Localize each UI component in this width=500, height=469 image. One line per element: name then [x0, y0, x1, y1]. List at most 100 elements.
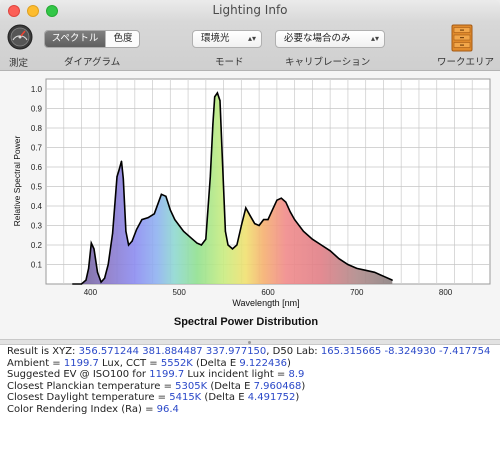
- x-tick-label: 600: [261, 288, 275, 297]
- title-bar: Lighting Info: [0, 0, 500, 22]
- mode-label: モード: [215, 57, 244, 68]
- select-arrows-icon: ▴▾: [247, 34, 256, 43]
- mode-select-value: 環境光: [201, 33, 230, 44]
- spectrum-data-point: [93, 248, 95, 250]
- spectrum-data-point: [104, 277, 106, 279]
- window-title: Lighting Info: [212, 3, 288, 17]
- spectrum-data-point: [329, 250, 331, 252]
- spectrum-data-point: [254, 222, 256, 225]
- spectrum-data-point: [267, 219, 269, 221]
- workarea-drawer-icon[interactable]: [451, 24, 473, 52]
- spectrum-data-point: [200, 244, 202, 246]
- calibration-label: キャリブレーション: [285, 57, 371, 68]
- x-tick-label: 800: [439, 288, 453, 297]
- y-tick-label: 0.9: [31, 105, 43, 114]
- xyz-values: 356.571244 381.884487 337.977150: [78, 346, 267, 357]
- spectrum-data-point: [373, 271, 376, 273]
- diagram-segmented-control: スペクトル 色度: [44, 30, 140, 48]
- spectrum-data-point: [88, 267, 90, 269]
- toolbar: 測定 スペクトル 色度 ダイアグラム 環境光 ▴▾ モード 必要な場合のみ ▴▾…: [0, 22, 500, 71]
- divider-handle-icon: [248, 341, 251, 344]
- spectrum-data-point: [347, 263, 349, 266]
- y-tick-label: 0.2: [31, 241, 43, 250]
- spectrum-data-point: [107, 263, 109, 266]
- spectrum-data-point: [216, 92, 218, 94]
- spectrum-data-point: [356, 267, 358, 269]
- spectrum-data-point: [276, 199, 278, 201]
- y-tick-label: 1.0: [31, 85, 43, 94]
- mode-select[interactable]: 環境光 ▴▾: [192, 30, 262, 48]
- spectrum-data-point: [271, 209, 274, 211]
- x-tick-label: 400: [84, 288, 98, 297]
- spectrum-chart-svg: 0.1 0.2 0.3 0.4 0.5 0.6 0.7 0.8 0.9 1.0 400 500 600 7…: [12, 78, 491, 328]
- ev-value: 8.9: [288, 369, 305, 381]
- diagram-label: ダイアグラム: [64, 57, 121, 68]
- spectrum-data-point: [72, 283, 74, 285]
- spectrum-data-point: [391, 279, 393, 281]
- spectrum-chart: 0.1 0.2 0.3 0.4 0.5 0.6 0.7 0.8 0.9 1.0 400 500 600 7…: [0, 71, 500, 339]
- spectrum-data-point: [131, 240, 133, 242]
- spectrum-data-point: [212, 123, 214, 125]
- lab-values: 165.315665 -8.324930 -7.417754: [320, 346, 491, 357]
- spectrum-data-point: [122, 178, 124, 180]
- spectrum-data-point: [153, 213, 155, 215]
- y-tick-label: 0.3: [31, 222, 43, 231]
- spectrum-data-point: [116, 176, 118, 178]
- spectrum-data-point: [249, 215, 251, 217]
- planckian-temp: 5305K: [175, 380, 208, 392]
- select-arrows-icon: ▴▾: [370, 34, 379, 43]
- spectrum-data-point: [191, 238, 194, 240]
- results-text-area[interactable]: Result is XYZ: 356.571244 381.884487 337…: [0, 345, 500, 469]
- cri-value: 96.4: [156, 403, 179, 415]
- spectrum-data-point: [141, 219, 143, 221]
- spectrum-data-point: [236, 244, 238, 246]
- workarea-label: ワークエリア: [437, 57, 495, 68]
- ambient-lux: 1199.7: [63, 357, 99, 369]
- spectrum-data-point: [205, 238, 207, 240]
- spectrum-data-point: [160, 193, 163, 195]
- result-cri-line: Color Rendering Index (Ra) = 96.4: [7, 403, 179, 415]
- spectrum-data-point: [338, 258, 340, 260]
- ambient-delta-e: 9.122436: [239, 357, 288, 369]
- spectrum-data-point: [100, 281, 102, 283]
- calibration-select-value: 必要な場合のみ: [284, 33, 351, 44]
- spectrum-data-point: [219, 100, 221, 102]
- x-axis-label: Wavelength [nm]: [232, 298, 299, 308]
- spectrum-data-point: [289, 211, 291, 213]
- spectrum-data-point: [240, 224, 242, 227]
- tab-chromaticity[interactable]: 色度: [105, 31, 139, 47]
- y-tick-label: 0.7: [31, 144, 43, 153]
- spectrum-data-point: [174, 219, 176, 221]
- spectrum-data-point: [125, 230, 127, 232]
- ambient-cct: 5552K: [160, 357, 193, 369]
- spectrum-data-point: [165, 195, 167, 197]
- spectrum-data-point: [178, 224, 180, 227]
- x-tick-label: 700: [350, 288, 364, 297]
- spectrum-data-point: [302, 230, 305, 232]
- spectrum-data-point: [285, 201, 287, 203]
- spectrum-data-point: [222, 166, 224, 168]
- y-tick-label: 0.8: [31, 124, 43, 133]
- y-tick-label: 0.5: [31, 183, 43, 192]
- tab-spectrum[interactable]: スペクトル: [45, 31, 105, 47]
- y-tick-label: 0.1: [31, 261, 43, 270]
- spectrum-data-point: [280, 197, 282, 199]
- spectrum-data-point: [224, 230, 226, 232]
- spectrum-data-point: [382, 275, 385, 277]
- spectrum-data-point: [227, 244, 229, 246]
- spectrum-data-point: [187, 234, 189, 236]
- result-ev-line: Suggested EV @ ISO100 for 1199.7 Lux inc…: [7, 369, 305, 381]
- y-tick-label: 0.6: [31, 163, 43, 172]
- spectrum-data-point: [118, 170, 120, 172]
- daylight-temp: 5415K: [169, 392, 202, 404]
- spectrum-data-point: [209, 176, 211, 178]
- calibration-select[interactable]: 必要な場合のみ ▴▾: [275, 30, 385, 48]
- spectrum-data-point: [231, 248, 234, 250]
- spectrum-data-point: [147, 217, 149, 219]
- chart-title: Spectral Power Distribution: [174, 316, 319, 328]
- spectrum-data-point: [294, 219, 296, 221]
- result-xyz-line: Result is XYZ: 356.571244 381.884487 337…: [7, 346, 491, 357]
- measure-gauge-icon[interactable]: [7, 24, 33, 50]
- ev-lux: 1199.7: [149, 369, 185, 381]
- spectrum-data-point: [80, 283, 83, 285]
